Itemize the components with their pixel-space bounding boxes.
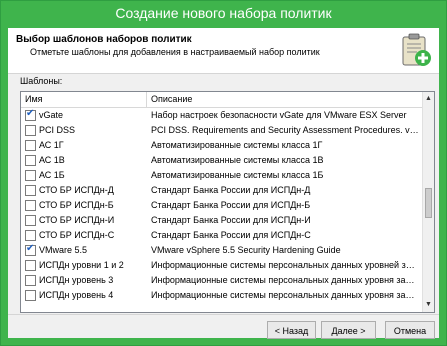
template-checkbox[interactable] xyxy=(25,290,36,301)
template-description: Информационные системы персональных данн… xyxy=(151,260,419,270)
template-description: Набор настроек безопасности vGate для VM… xyxy=(151,110,407,120)
template-checkbox[interactable] xyxy=(25,230,36,241)
back-button[interactable]: < Назад xyxy=(267,321,316,339)
next-button[interactable]: Далее > xyxy=(321,321,376,339)
wizard-step-title: Выбор шаблонов наборов политик xyxy=(16,34,192,45)
template-row[interactable]: ✔ vGate Набор настроек безопасности vGate … xyxy=(21,108,422,123)
template-name: vGate xyxy=(39,110,64,120)
template-description: Стандарт Банка России для ИСПДн-Б xyxy=(151,200,311,210)
template-row[interactable]: АС 1В Автоматизированные системы класса 1… xyxy=(21,153,422,168)
template-name: PCI DSS xyxy=(39,125,76,135)
template-row[interactable]: ИСПДн уровни 1 и 2 Информационные системы… xyxy=(21,258,422,273)
template-checkbox[interactable]: ✔ xyxy=(25,108,36,121)
dialog-window: Создание нового набора политик Выбор шаб… xyxy=(0,0,447,346)
template-row[interactable]: ИСПДн уровень 3 Информационные системы пе… xyxy=(21,273,422,288)
template-description: Стандарт Банка России для ИСПДн-И xyxy=(151,215,311,225)
template-description: Автоматизированные системы класса 1Г xyxy=(151,140,323,150)
template-row[interactable]: ✔ VMware 5.5 VMware vSphere 5.5 Security H… xyxy=(21,243,422,258)
template-name: ИСПДн уровень 3 xyxy=(39,275,114,285)
dialog-client-area: Выбор шаблонов наборов политик Отметьте … xyxy=(8,28,439,339)
template-description: Автоматизированные системы класса 1Б xyxy=(151,170,324,180)
column-header-name[interactable]: Имя xyxy=(21,92,147,107)
template-description: PCI DSS. Requirements and Security Asses… xyxy=(151,125,419,135)
template-row[interactable]: СТО БР ИСПДн-И Стандарт Банка России для … xyxy=(21,213,422,228)
template-checkbox[interactable] xyxy=(25,155,36,166)
template-checkbox[interactable] xyxy=(25,260,36,271)
template-name: АС 1Г xyxy=(39,140,64,150)
scroll-down-icon[interactable]: ▼ xyxy=(423,298,434,312)
template-row[interactable]: PCI DSS PCI DSS. Requirements and Securit… xyxy=(21,123,422,138)
template-checkbox[interactable] xyxy=(25,185,36,196)
checkmark-icon: ✔ xyxy=(26,243,35,254)
template-description: VMware vSphere 5.5 Security Hardening Gu… xyxy=(151,245,341,255)
template-name: ИСПДн уровень 4 xyxy=(39,290,114,300)
template-name: СТО БР ИСПДн-Б xyxy=(39,200,114,210)
template-row[interactable]: СТО БР ИСПДн-С Стандарт Банка России для … xyxy=(21,228,422,243)
template-name: АС 1Б xyxy=(39,170,65,180)
cancel-button[interactable]: Отмена xyxy=(385,321,435,339)
template-description: Информационные системы персональных данн… xyxy=(151,290,419,300)
templates-label: Шаблоны: xyxy=(20,76,63,86)
template-description: Стандарт Банка России для ИСПДн-С xyxy=(151,230,311,240)
templates-list[interactable]: Имя Описание ✔ vGate Набор настроек безопа… xyxy=(20,91,435,313)
templates-rows: ✔ vGate Набор настроек безопасности vGate … xyxy=(21,108,422,303)
footer-divider xyxy=(8,314,439,315)
template-name: СТО БР ИСПДн-Д xyxy=(39,185,114,195)
template-checkbox[interactable]: ✔ xyxy=(25,243,36,256)
template-row[interactable]: СТО БР ИСПДн-Д Стандарт Банка России для … xyxy=(21,183,422,198)
wizard-header: Выбор шаблонов наборов политик Отметьте … xyxy=(8,28,439,74)
template-checkbox[interactable] xyxy=(25,215,36,226)
template-name: АС 1В xyxy=(39,155,65,165)
column-header-description[interactable]: Описание xyxy=(147,92,422,107)
template-name: ИСПДн уровни 1 и 2 xyxy=(39,260,124,270)
scroll-up-icon[interactable]: ▲ xyxy=(423,92,434,106)
wizard-step-subtitle: Отметьте шаблоны для добавления в настра… xyxy=(30,47,320,57)
templates-list-header: Имя Описание xyxy=(21,92,422,108)
template-row[interactable]: АС 1Г Автоматизированные системы класса 1… xyxy=(21,138,422,153)
template-description: Информационные системы персональных данн… xyxy=(151,275,419,285)
template-checkbox[interactable] xyxy=(25,200,36,211)
window-title: Создание нового набора политик xyxy=(1,1,446,28)
template-name: СТО БР ИСПДн-С xyxy=(39,230,115,240)
template-row[interactable]: АС 1Б Автоматизированные системы класса 1… xyxy=(21,168,422,183)
template-description: Автоматизированные системы класса 1В xyxy=(151,155,324,165)
template-checkbox[interactable] xyxy=(25,125,36,136)
template-checkbox[interactable] xyxy=(25,140,36,151)
template-checkbox[interactable] xyxy=(25,170,36,181)
template-description: Стандарт Банка России для ИСПДн-Д xyxy=(151,185,311,195)
template-name: VMware 5.5 xyxy=(39,245,88,255)
vertical-scrollbar[interactable]: ▲ ▼ xyxy=(422,92,434,312)
clipboard-add-icon xyxy=(402,33,431,66)
template-row[interactable]: СТО БР ИСПДн-Б Стандарт Банка России для … xyxy=(21,198,422,213)
template-row[interactable]: ИСПДн уровень 4 Информационные системы пе… xyxy=(21,288,422,303)
template-name: СТО БР ИСПДн-И xyxy=(39,215,115,225)
checkmark-icon: ✔ xyxy=(26,108,35,119)
template-checkbox[interactable] xyxy=(25,275,36,286)
scrollbar-thumb[interactable] xyxy=(425,188,432,218)
